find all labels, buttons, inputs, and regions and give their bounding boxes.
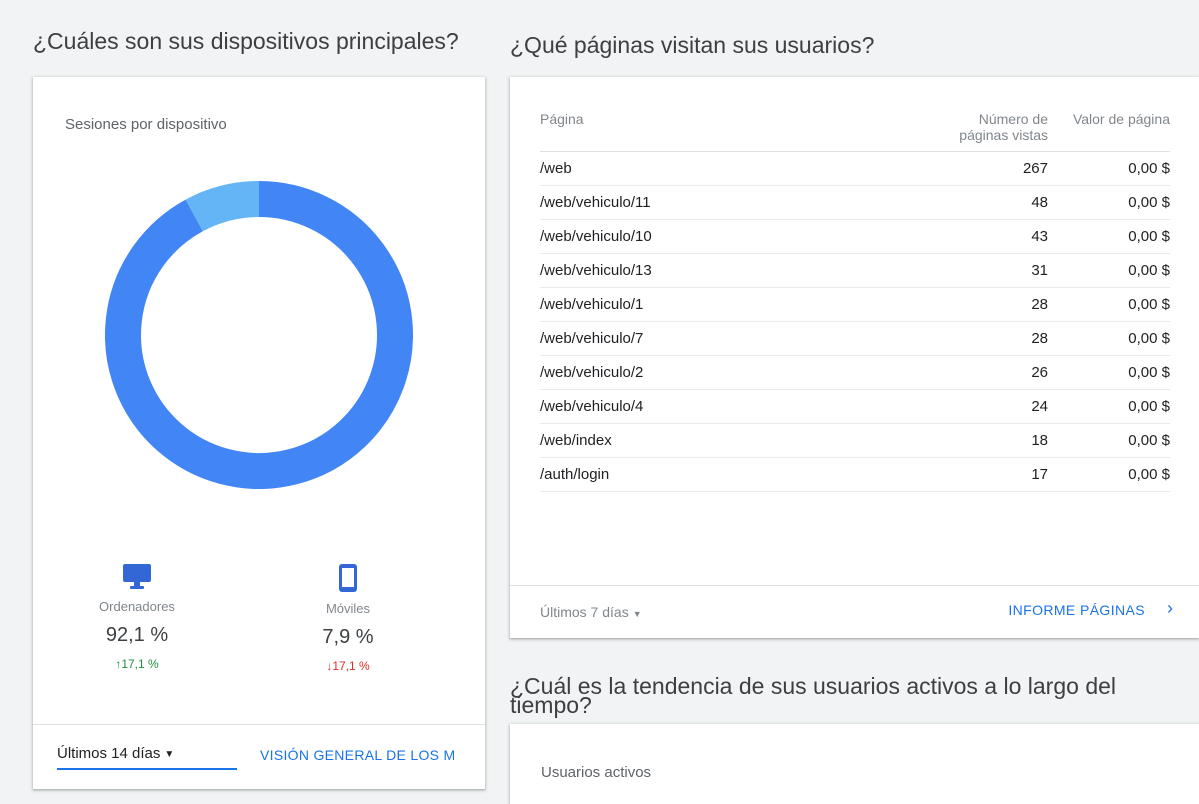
desktop-percent: 92,1 % (105, 624, 169, 646)
mobile-percent: 7,9 % (322, 626, 374, 648)
page-cell: /web/vehiculo/2 (540, 355, 928, 390)
views-cell: 17 (928, 457, 1060, 492)
page-cell: /web/vehiculo/4 (540, 389, 928, 424)
pages-card-footer: Últimos 7 días ▼ INFORME PÁGINAS › (510, 585, 1199, 638)
donut-slice-mviles[interactable] (185, 181, 260, 232)
page-cell: /web (540, 151, 928, 186)
caret-down-icon: ▼ (164, 748, 175, 760)
table-row[interactable]: /web/index 18 0,00 $ (540, 423, 1170, 458)
views-cell: 18 (928, 423, 1060, 458)
column-header-views: Número de páginas vistas (928, 105, 1060, 152)
value-cell: 0,00 $ (1060, 423, 1170, 458)
page-cell: /web/vehiculo/10 (540, 219, 928, 254)
sessions-by-device-title: Sesiones por dispositivo (65, 116, 227, 133)
page-cell: /web/vehiculo/11 (540, 185, 928, 220)
table-row[interactable]: /web/vehiculo/2 26 0,00 $ (540, 355, 1170, 390)
desktop-label: Ordenadores (99, 599, 175, 614)
page-cell: /web/vehiculo/1 (540, 287, 928, 322)
devices-heading: ¿Cuáles son sus dispositivos principales… (33, 28, 459, 54)
desktop-stat: Ordenadores 92,1 % ↑17,1 % (82, 563, 192, 671)
views-cell: 28 (928, 287, 1060, 322)
views-cell: 26 (928, 355, 1060, 390)
pages-date-range-select[interactable]: Últimos 7 días ▼ (540, 604, 642, 620)
table-row[interactable]: /web/vehiculo/13 31 0,00 $ (540, 253, 1170, 288)
donut-slice-ordenadores[interactable] (105, 181, 413, 489)
table-row[interactable]: /web/vehiculo/1 28 0,00 $ (540, 287, 1170, 322)
page-cell: /web/index (540, 423, 928, 458)
value-cell: 0,00 $ (1060, 287, 1170, 322)
column-header-value: Valor de página (1060, 105, 1170, 152)
pages-table-body: /web 267 0,00 $/web/vehiculo/11 48 0,00 $/we… (540, 151, 1170, 492)
pages-card: Página Número de páginas vistas Valor de… (510, 77, 1199, 638)
device-donut-chart (105, 181, 413, 489)
column-header-page: Página (540, 105, 928, 152)
views-cell: 28 (928, 321, 1060, 356)
audience-overview-link[interactable]: VISIÓN GENERAL DE LOS M (260, 747, 455, 763)
value-cell: 0,00 $ (1060, 457, 1170, 492)
trend-heading: ¿Cuál es la tendencia de sus usuarios ac… (510, 673, 1117, 718)
views-cell: 24 (928, 389, 1060, 424)
table-row[interactable]: /web/vehiculo/10 43 0,00 $ (540, 219, 1170, 254)
value-cell: 0,00 $ (1060, 355, 1170, 390)
devices-card-footer: Últimos 14 días ▼ VISIÓN GENERAL DE LOS M (33, 724, 485, 789)
pages-table: Página Número de páginas vistas Valor de… (540, 105, 1170, 492)
desktop-change: ↑17,1 % (115, 657, 159, 671)
value-cell: 0,00 $ (1060, 185, 1170, 220)
page-cell: /web/vehiculo/7 (540, 321, 928, 356)
views-cell: 43 (928, 219, 1060, 254)
desktop-icon (123, 564, 151, 589)
value-cell: 0,00 $ (1060, 321, 1170, 356)
table-header-row: Página Número de páginas vistas Valor de… (540, 105, 1170, 152)
mobile-label: Móviles (325, 601, 371, 616)
phone-icon (339, 564, 357, 592)
active-users-card: Usuarios activos (510, 724, 1199, 804)
pages-report-link[interactable]: INFORME PÁGINAS (1008, 602, 1145, 618)
mobile-change: ↓17,1 % (326, 659, 370, 673)
table-row[interactable]: /auth/login 17 0,00 $ (540, 457, 1170, 492)
value-cell: 0,00 $ (1060, 219, 1170, 254)
value-cell: 0,00 $ (1060, 151, 1170, 186)
table-row[interactable]: /web/vehiculo/7 28 0,00 $ (540, 321, 1170, 356)
value-cell: 0,00 $ (1060, 389, 1170, 424)
devices-card: Sesiones por dispositivo Ordenadores 92,… (33, 77, 485, 789)
pages-date-range-label: Últimos 7 días (540, 604, 629, 620)
active-users-title: Usuarios activos (541, 764, 652, 781)
pages-heading: ¿Qué páginas visitan sus usuarios? (510, 32, 875, 58)
chevron-right-icon[interactable]: › (1167, 598, 1173, 619)
page-cell: /web/vehiculo/13 (540, 253, 928, 288)
table-row[interactable]: /web 267 0,00 $ (540, 151, 1170, 186)
date-range-select[interactable]: Últimos 14 días ▼ (57, 745, 237, 770)
table-row[interactable]: /web/vehiculo/4 24 0,00 $ (540, 389, 1170, 424)
page-cell: /auth/login (540, 457, 928, 492)
date-range-label: Últimos 14 días (57, 745, 161, 762)
views-cell: 267 (928, 151, 1060, 186)
table-row[interactable]: /web/vehiculo/11 48 0,00 $ (540, 185, 1170, 220)
mobile-stat: Móviles 7,9 % ↓17,1 % (293, 563, 403, 673)
caret-down-icon: ▼ (632, 609, 642, 619)
views-cell: 31 (928, 253, 1060, 288)
value-cell: 0,00 $ (1060, 253, 1170, 288)
views-cell: 48 (928, 185, 1060, 220)
